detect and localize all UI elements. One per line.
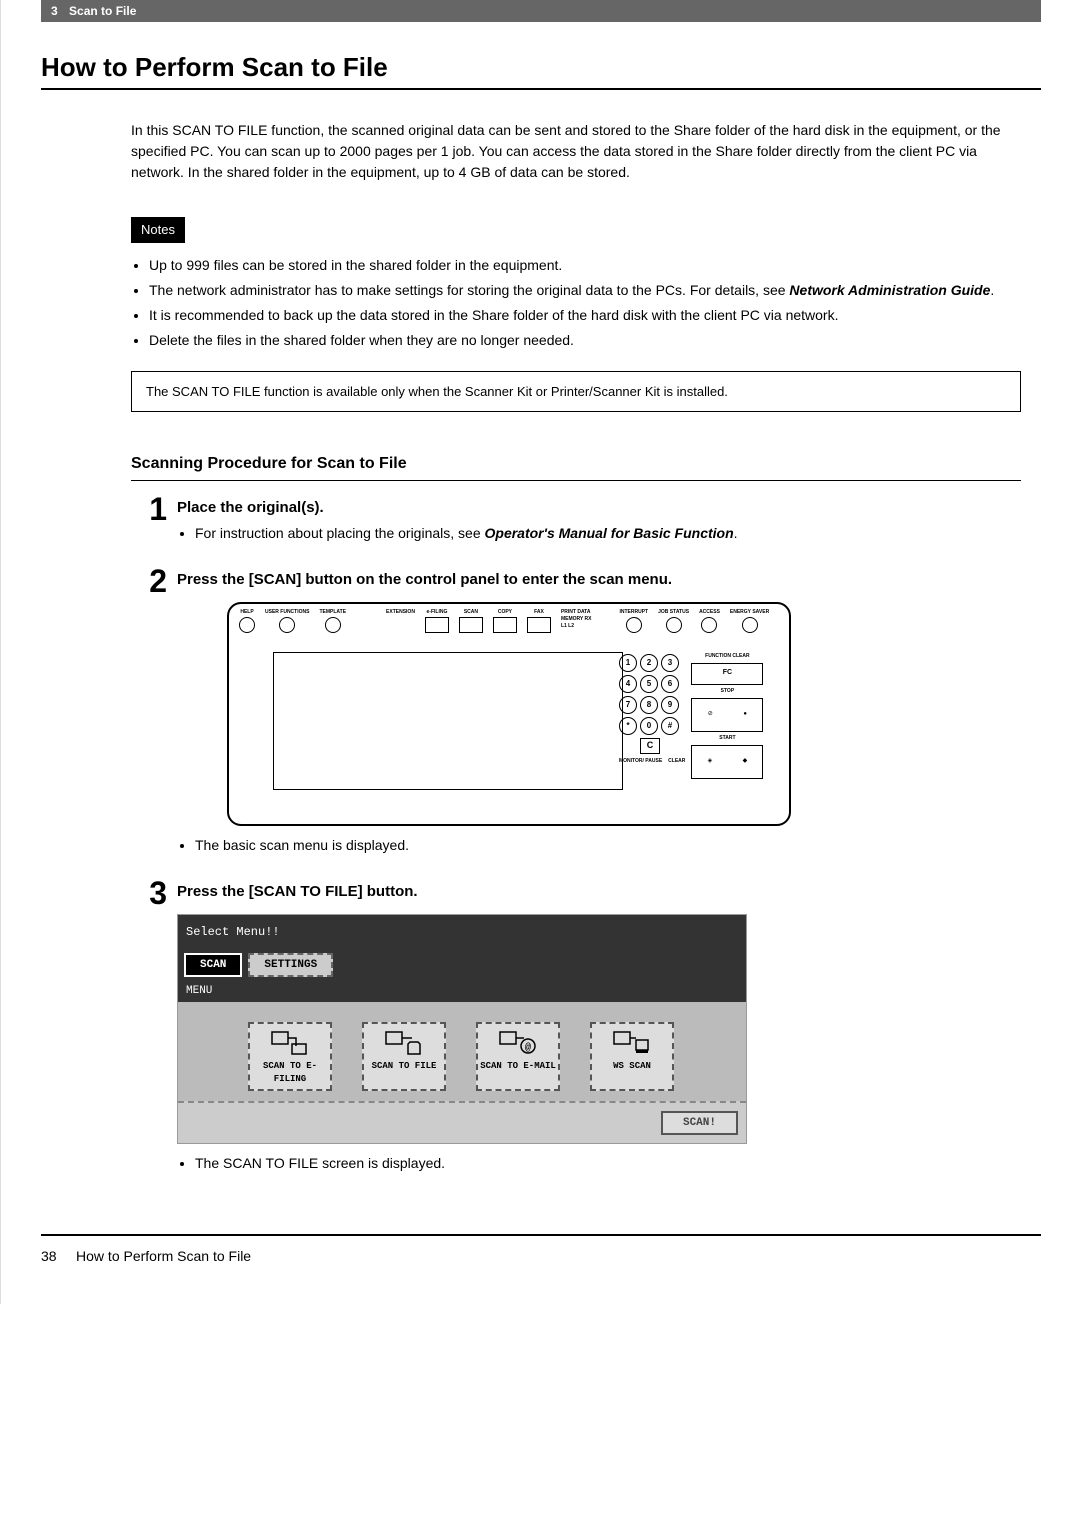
step-1: 1 Place the original(s). For instruction…: [131, 493, 1021, 553]
note-item: Delete the files in the shared folder wh…: [149, 330, 1021, 351]
stop-label: STOP: [691, 689, 763, 694]
lcd-tab-scan[interactable]: SCAN: [184, 953, 242, 978]
interrupt-button[interactable]: [626, 617, 642, 633]
key-8[interactable]: 8: [640, 696, 658, 714]
step-3: 3 Press the [SCAN TO FILE] button. Selec…: [131, 877, 1021, 1184]
key-2[interactable]: 2: [640, 654, 658, 672]
footer-title: How to Perform Scan to File: [76, 1248, 251, 1264]
section-subtitle: Scanning Procedure for Scan to File: [131, 452, 1021, 481]
step-after: The SCAN TO FILE screen is displayed.: [195, 1154, 1021, 1174]
l1l2-label: L1 L2: [561, 624, 574, 629]
stop-button[interactable]: ⊘●: [691, 698, 763, 732]
title-underline: [41, 88, 1041, 90]
step-number: 2: [131, 565, 177, 865]
fc-button[interactable]: FC: [691, 663, 763, 685]
user-functions-button[interactable]: [279, 617, 295, 633]
job-status-label: JOB STATUS: [658, 610, 689, 615]
function-clear-label: FUNCTION CLEAR: [691, 654, 763, 659]
efiling-icon: [270, 1028, 310, 1058]
key-6[interactable]: 6: [661, 675, 679, 693]
efiling-label: e-FILING: [427, 610, 448, 615]
notes-list: Up to 999 files can be stored in the sha…: [131, 255, 1021, 351]
step-2: 2 Press the [SCAN] button on the control…: [131, 565, 1021, 865]
key-1[interactable]: 1: [619, 654, 637, 672]
help-label: HELP: [240, 610, 253, 615]
fax-button[interactable]: [527, 617, 551, 633]
wsscan-icon: [612, 1028, 652, 1058]
memory-rx-label: MEMORY RX: [561, 617, 592, 622]
extension-label: EXTENSION: [386, 610, 415, 615]
svg-text:@: @: [525, 1042, 531, 1054]
user-functions-label: USER FUNCTIONS: [265, 610, 309, 615]
page-title: How to Perform Scan to File: [41, 52, 1041, 83]
panel-screen: [273, 652, 623, 790]
scan-button[interactable]: [459, 617, 483, 633]
step-title: Place the original(s).: [177, 497, 1021, 520]
start-label: START: [691, 736, 763, 741]
key-0[interactable]: 0: [640, 717, 658, 735]
key-5[interactable]: 5: [640, 675, 658, 693]
lcd-header: Select Menu!!: [178, 915, 746, 953]
key-9[interactable]: 9: [661, 696, 679, 714]
control-panel-figure: HELP USER FUNCTIONS TEMPLATE EXTENSION e…: [227, 602, 791, 826]
scan-to-file-button[interactable]: SCAN TO FILE: [362, 1022, 446, 1091]
key-7[interactable]: 7: [619, 696, 637, 714]
key-4[interactable]: 4: [619, 675, 637, 693]
diamond-icon: ◈: [708, 757, 713, 766]
step-number: 1: [131, 493, 177, 553]
access-button[interactable]: [701, 617, 717, 633]
key-star[interactable]: *: [619, 717, 637, 735]
start-button[interactable]: ◈◆: [691, 745, 763, 779]
notes-label: Notes: [131, 217, 185, 243]
lcd-figure: Select Menu!! SCAN SETTINGS MENU SCAN TO…: [177, 914, 747, 1145]
help-button[interactable]: [239, 617, 255, 633]
clear-label: CLEAR: [668, 758, 685, 766]
efiling-button[interactable]: [425, 617, 449, 633]
circle-icon: ●: [743, 710, 747, 719]
step-bullet: For instruction about placing the origin…: [195, 524, 1021, 544]
page-number: 38: [41, 1248, 57, 1264]
job-status-button[interactable]: [666, 617, 682, 633]
scan-execute-button[interactable]: SCAN!: [661, 1111, 738, 1136]
note-item: The network administrator has to make se…: [149, 280, 1021, 301]
key-3[interactable]: 3: [661, 654, 679, 672]
lcd-menu-label: MENU: [178, 981, 746, 1002]
intro-text: In this SCAN TO FILE function, the scann…: [131, 120, 1021, 183]
scan-to-efiling-button[interactable]: SCAN TO E-FILING: [248, 1022, 332, 1091]
access-label: ACCESS: [699, 610, 720, 615]
energy-saver-label: ENERGY SAVER: [730, 610, 769, 615]
key-hash[interactable]: #: [661, 717, 679, 735]
step-number: 3: [131, 877, 177, 1184]
page-footer: 38 How to Perform Scan to File: [41, 1236, 1041, 1304]
email-icon: @: [498, 1028, 538, 1058]
chapter-title: Scan to File: [69, 4, 136, 18]
step-title: Press the [SCAN] button on the control p…: [177, 569, 1021, 592]
step-after: The basic scan menu is displayed.: [195, 836, 1021, 856]
chapter-header: 3 Scan to File: [41, 0, 1041, 22]
template-label: TEMPLATE: [319, 610, 346, 615]
stop-icon: ⊘: [708, 710, 713, 719]
copy-label: COPY: [498, 610, 512, 615]
template-button[interactable]: [325, 617, 341, 633]
print-data-label: PRINT DATA: [561, 610, 591, 615]
ws-scan-button[interactable]: WS SCAN: [590, 1022, 674, 1091]
lcd-tab-settings[interactable]: SETTINGS: [248, 953, 333, 978]
note-item: Up to 999 files can be stored in the sha…: [149, 255, 1021, 276]
interrupt-label: INTERRUPT: [620, 610, 649, 615]
file-icon: [384, 1028, 424, 1058]
note-item: It is recommended to back up the data st…: [149, 305, 1021, 326]
step-title: Press the [SCAN TO FILE] button.: [177, 881, 1021, 904]
scan-label: SCAN: [464, 610, 478, 615]
scan-to-email-button[interactable]: @ SCAN TO E-MAIL: [476, 1022, 560, 1091]
fax-label: FAX: [534, 610, 544, 615]
monitor-pause-label: MONITOR/ PAUSE: [619, 758, 662, 766]
diamond-icon: ◆: [743, 757, 748, 766]
energy-saver-button[interactable]: [742, 617, 758, 633]
key-c[interactable]: C: [640, 738, 660, 754]
chapter-number: 3: [51, 4, 58, 18]
numeric-keypad: 1 2 3 4 5 6 7 8 9 * 0 #: [619, 654, 685, 756]
copy-button[interactable]: [493, 617, 517, 633]
info-box: The SCAN TO FILE function is available o…: [131, 371, 1021, 413]
